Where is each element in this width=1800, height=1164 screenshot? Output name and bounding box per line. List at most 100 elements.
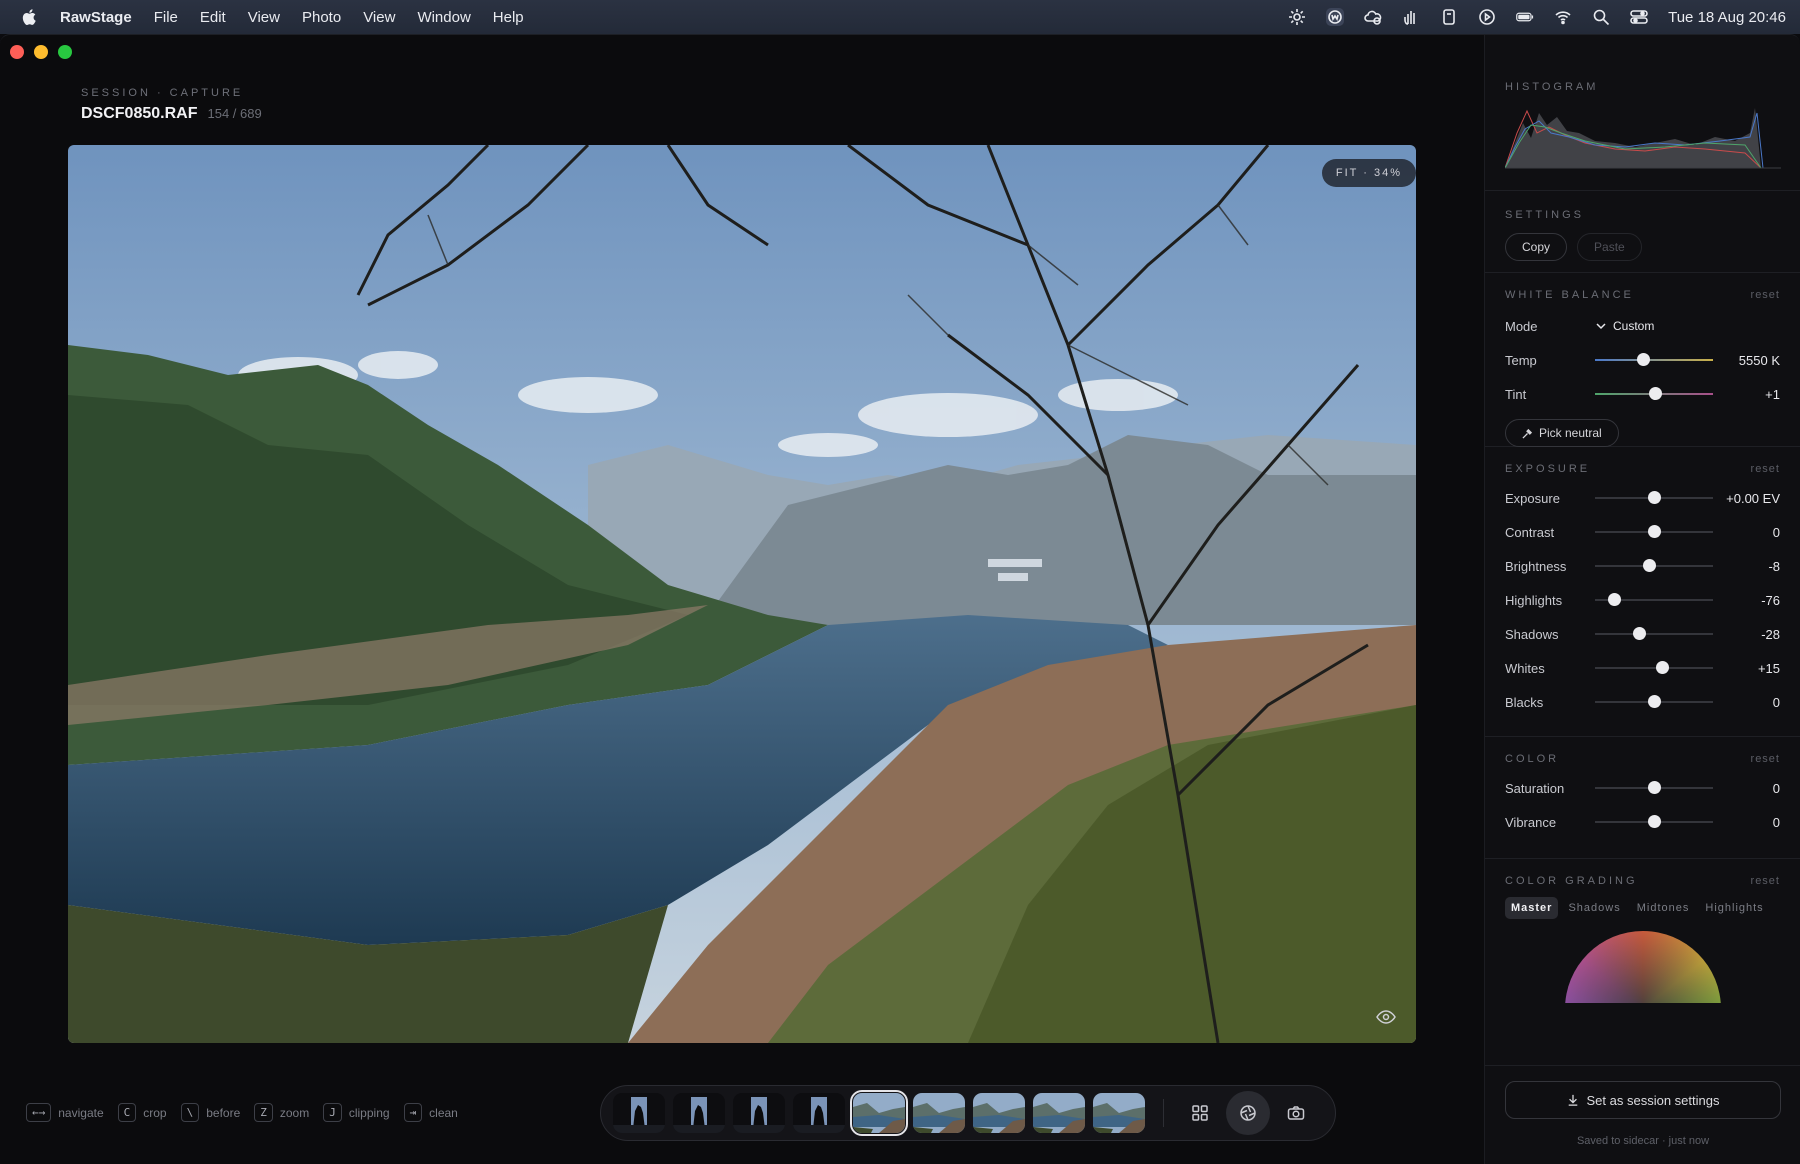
white-balance-reset[interactable]: reset (1751, 289, 1780, 301)
color-reset[interactable]: reset (1751, 753, 1780, 765)
menu-help[interactable]: Help (493, 9, 524, 26)
slider-row-tint: Tint +1 (1505, 377, 1780, 411)
copy-settings-button[interactable]: Copy (1505, 233, 1568, 261)
histogram-section: HISTOGRAM (1485, 35, 1800, 191)
filmstrip-thumbnail[interactable] (850, 1090, 908, 1136)
search-icon[interactable] (1592, 8, 1610, 26)
menu-edit[interactable]: Edit (200, 9, 226, 26)
hint-before: \ before (180, 1103, 240, 1122)
w-badge-icon[interactable] (1326, 8, 1345, 26)
sun-icon[interactable] (1288, 8, 1306, 26)
filmstrip-thumbnail[interactable] (733, 1093, 785, 1133)
grading-tab-shadows[interactable]: Shadows (1562, 897, 1626, 919)
temp-slider[interactable] (1595, 353, 1713, 366)
hint-crop: Ccrop (117, 1103, 167, 1122)
hint-key: J (323, 1103, 342, 1122)
zoom-window-button[interactable] (58, 45, 72, 59)
slider-knob[interactable] (1607, 593, 1621, 606)
wb-mode-value: Custom (1613, 319, 1655, 333)
before-after-toggle[interactable] (1376, 1007, 1396, 1027)
menu-file[interactable]: File (154, 9, 178, 26)
slider-knob[interactable] (1643, 559, 1657, 572)
shadows-slider[interactable] (1595, 627, 1713, 640)
filmstrip-thumbnail[interactable] (913, 1093, 965, 1133)
filmstrip-thumbnail[interactable] (673, 1093, 725, 1133)
hand-icon[interactable] (1402, 8, 1420, 26)
battery-icon[interactable] (1516, 8, 1534, 26)
grading-tab-master[interactable]: Master (1505, 897, 1559, 919)
slider-knob[interactable] (1648, 695, 1661, 708)
brightness-slider[interactable] (1595, 559, 1713, 572)
saturation-slider[interactable] (1595, 781, 1713, 794)
slider-knob[interactable] (1632, 627, 1646, 640)
whites-slider[interactable] (1595, 661, 1713, 674)
filmstrip-thumbnail[interactable] (1093, 1093, 1145, 1133)
capture-view-button[interactable] (1274, 1091, 1318, 1135)
highlights-slider[interactable] (1595, 593, 1713, 606)
slider-row-highlights: Highlights -76 (1505, 583, 1780, 617)
color-grading-reset[interactable]: reset (1751, 875, 1780, 887)
minimize-window-button[interactable] (34, 45, 48, 59)
vibrance-slider[interactable] (1595, 815, 1713, 828)
grading-tab-highlights[interactable]: Highlights (1699, 897, 1769, 919)
wb-mode-select[interactable]: Custom (1595, 319, 1654, 333)
menu-window[interactable]: Window (417, 9, 470, 26)
contrast-slider[interactable] (1595, 525, 1713, 538)
exposure-slider-list: Exposure +0.00 EV Contrast 0 Brightness -8 Hig… (1505, 481, 1780, 719)
slider-row-saturation: Saturation 0 (1505, 771, 1780, 805)
filmstrip-thumbnail[interactable] (973, 1093, 1025, 1133)
slider-label: Contrast (1505, 524, 1555, 540)
apple-icon[interactable] (20, 7, 40, 27)
grading-tab-midtones[interactable]: Midtones (1631, 897, 1696, 919)
exposure-slider[interactable] (1595, 491, 1713, 504)
wifi-icon[interactable] (1554, 8, 1572, 26)
cloud-sync-icon[interactable] (1364, 8, 1382, 26)
slider-label: Blacks (1505, 694, 1544, 710)
slider-knob[interactable] (1648, 525, 1661, 538)
menu-view-2[interactable]: View (363, 9, 395, 26)
filmstrip (600, 1085, 1336, 1141)
color-grading-header: COLOR GRADING reset (1505, 875, 1780, 887)
photo-viewer[interactable]: FIT · 34% (68, 145, 1416, 1043)
set-session-settings-label: Set as session settings (1586, 1092, 1720, 1108)
grid-view-button[interactable] (1178, 1091, 1222, 1135)
eye-icon (1376, 1010, 1396, 1024)
menu-clock[interactable]: Tue 18 Aug 20:46 (1668, 9, 1786, 26)
slider-knob[interactable] (1656, 661, 1670, 674)
slider-knob[interactable] (1637, 353, 1651, 366)
play-icon[interactable] (1478, 8, 1496, 26)
session-label: SESSION · CAPTURE (81, 87, 244, 99)
exposure-reset[interactable]: reset (1751, 463, 1780, 475)
slider-label: Shadows (1505, 626, 1559, 642)
slider-knob[interactable] (1648, 781, 1661, 794)
color-grading-tabs: Master Shadows Midtones Highlights (1505, 897, 1780, 919)
blacks-slider[interactable] (1595, 695, 1713, 708)
slider-knob[interactable] (1648, 815, 1661, 828)
zoom-indicator[interactable]: FIT · 34% (1321, 159, 1416, 187)
color-wheel[interactable] (1564, 931, 1721, 1003)
filmstrip-thumbnail[interactable] (793, 1093, 845, 1133)
develop-view-button[interactable] (1226, 1091, 1270, 1135)
hint-label: crop (143, 1105, 167, 1120)
clipboard-icon[interactable] (1440, 8, 1458, 26)
aperture-icon (1240, 1105, 1256, 1121)
close-window-button[interactable] (10, 45, 24, 59)
menu-photo[interactable]: Photo (302, 9, 341, 26)
slider-row-contrast: Contrast 0 (1505, 515, 1780, 549)
filmstrip-thumbnail[interactable] (613, 1093, 665, 1133)
app-window: SESSION · CAPTURE DSCF0850.RAF 154 / 689 (0, 34, 1800, 1164)
menu-view[interactable]: View (248, 9, 280, 26)
control-center-icon[interactable] (1630, 8, 1648, 26)
tint-slider[interactable] (1595, 387, 1713, 400)
set-session-settings-button[interactable]: Set as session settings (1505, 1081, 1781, 1119)
pick-neutral-button[interactable]: Pick neutral (1505, 419, 1619, 447)
hint-clean: ⇥ clean (403, 1103, 458, 1122)
slider-value: -76 (1761, 592, 1780, 608)
slider-knob[interactable] (1648, 491, 1661, 504)
color-header: COLOR reset (1505, 753, 1780, 765)
slider-row-vibrance: Vibrance 0 (1505, 805, 1780, 839)
slider-knob[interactable] (1649, 387, 1663, 400)
menu-app-name[interactable]: RawStage (60, 9, 132, 26)
paste-settings-button[interactable]: Paste (1577, 233, 1642, 261)
filmstrip-thumbnail[interactable] (1033, 1093, 1085, 1133)
